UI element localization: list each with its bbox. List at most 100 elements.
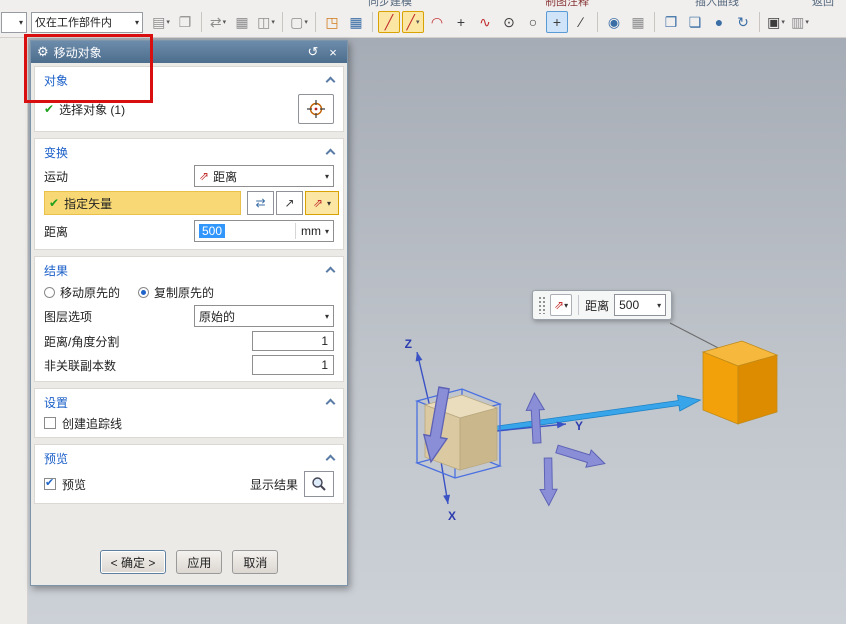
sphere-icon[interactable]: ● [708,11,730,33]
reset-icon[interactable]: ↺ [305,44,321,60]
rotate-view-icon[interactable]: ↻ [732,11,754,33]
dropdown-arrow-icon[interactable]: ▾ [271,18,275,26]
ok-button[interactable]: < 确定 > [99,550,167,574]
vector-dialog-icon: ⇗ [312,196,324,210]
cylinder-icon[interactable]: ▥ ▾ [789,11,811,33]
inferred-vector-button[interactable]: ↗ [276,191,303,215]
line-segment-icon-glyph: ∕ [579,14,583,30]
chevron-up-icon[interactable] [325,266,336,277]
layer-option-combo[interactable]: 原始的 ▾ [194,305,334,327]
preview-checkbox[interactable] [44,476,56,490]
two-point-vector-button[interactable]: ⇄ [247,191,274,215]
vector-type-button[interactable]: ⇗ ▾ [550,294,573,316]
dropdown-arrow-icon[interactable]: ▾ [223,18,227,26]
result-header-label: 结果 [44,263,69,278]
arc-icon-glyph: ◠ [430,14,444,30]
crosshair-target-icon [307,100,325,118]
chevron-up-icon[interactable] [325,398,336,409]
profile-line-icon[interactable]: ╱ [378,11,400,33]
specify-vector-field[interactable]: ✔ 指定矢量 [44,191,241,215]
preview-section-header[interactable]: 预览 [35,447,343,469]
division-input[interactable]: 1 [252,331,334,351]
circle-icon[interactable]: ⊙ [498,11,520,33]
line-segment-icon[interactable]: ∕ [570,11,592,33]
snap-point-icon[interactable]: ◉ [603,11,625,33]
motion-combo[interactable]: ⇗ 距离 ▾ [194,165,334,187]
result-group: 结果 移动原先的 复制原先的 图层选项 原始的 ▾ 距离/角度分割 1 非关联副… [34,256,344,382]
result-section-header[interactable]: 结果 [35,259,343,281]
transform-section-header[interactable]: 变换 [35,141,343,163]
selection-scope-combo[interactable]: 仅在工作部件内 ▾ [31,11,143,33]
handle-arrow-right-icon[interactable] [553,439,608,473]
move-component-icon[interactable]: ⇄ ▾ [207,11,229,33]
vector-dialog-button[interactable]: ⇗ ▾ [305,191,339,215]
arc-icon[interactable]: ◠ [426,11,448,33]
exploded-view-icon[interactable]: ▢ ▾ [288,11,310,33]
dropdown-arrow-icon[interactable]: ▾ [416,18,420,26]
tracking-line-label: 创建追踪线 [62,416,123,431]
dropdown-arrow-icon[interactable]: ▾ [325,172,329,181]
dropdown-arrow-icon[interactable]: ▾ [564,301,568,310]
distance-input[interactable]: 500 mm ▾ [194,220,334,242]
preview-label: 预览 [62,477,87,492]
select-object-button[interactable] [298,94,334,124]
move-original-radio[interactable] [44,286,55,298]
apply-button[interactable]: 应用 [176,550,223,574]
copy-original-radio[interactable] [138,286,150,298]
settings-section-header[interactable]: 设置 [35,391,343,413]
rotate-view-icon-glyph: ↻ [737,14,749,30]
distance-unit: mm [300,224,321,238]
plus-snap-icon-glyph: + [552,14,562,30]
point-icon[interactable]: + [450,11,472,33]
dropdown-arrow-icon[interactable]: ▾ [304,18,308,26]
plus-snap-icon[interactable]: + [546,11,568,33]
copied-cube[interactable] [701,340,779,425]
sphere-icon-glyph: ● [714,14,724,30]
paste-special-icon[interactable]: ▤ ▾ [150,11,172,33]
preview-group: 预览 预览 显示结果 [34,444,344,504]
window-tile-icon[interactable]: ❏ [684,11,706,33]
copies-input[interactable]: 1 [252,355,334,375]
line-icon[interactable]: ╱ ▾ [402,11,424,33]
dropdown-arrow-icon[interactable]: ▾ [781,18,785,26]
dropdown-arrow-icon[interactable]: ▾ [657,301,661,310]
pattern-component-icon[interactable]: ▦ [231,11,253,33]
dropdown-arrow-icon[interactable]: ▾ [325,312,329,321]
copy-display-icon[interactable]: ❐ [174,11,196,33]
part-table-icon[interactable]: ▦ [627,11,649,33]
chevron-up-icon[interactable] [325,148,336,159]
dropdown-arrow-icon[interactable]: ▾ [327,199,331,208]
show-result-button[interactable] [304,471,334,497]
dropdown-arrow-icon[interactable]: ▾ [325,227,329,236]
dialog-header[interactable]: ⚙ 移动对象 ↺ × [31,41,347,63]
handle-arrow-down2-icon[interactable] [538,457,558,507]
mini-toolbar-grip[interactable] [538,296,545,314]
cancel-button[interactable]: 取消 [232,550,279,574]
dropdown-arrow-icon[interactable]: ▾ [166,18,170,26]
datum-csys-icon[interactable]: ◳ [321,11,343,33]
studio-spline-icon[interactable]: ∿ [474,11,496,33]
section-view-icon[interactable]: ▣ ▾ [765,11,787,33]
window-cascade-icon[interactable]: ❐ [660,11,682,33]
transform-group: 变换 运动 ⇗ 距离 ▾ ✔ 指定矢量 ⇄ ↗ ⇗ ▾ 距离 500 mm ▾ [34,138,344,250]
mirror-assembly-icon[interactable]: ◫ ▾ [255,11,277,33]
mini-toolbar-separator [578,295,580,315]
close-icon[interactable]: × [325,45,341,60]
mini-distance-combo[interactable]: 500 ▾ [614,294,667,316]
chevron-up-icon[interactable] [325,76,336,87]
tracking-line-checkbox[interactable] [44,417,56,429]
preview-header-label: 预览 [44,451,69,466]
object-group: 对象 ✔ 选择对象 (1) [34,66,344,132]
handle-arrow-up-icon[interactable] [524,392,547,444]
toolbar-separator [759,12,760,32]
mini-dropdown[interactable]: ▾ [1,11,27,33]
pattern-geometry-icon[interactable]: ▦ [345,11,367,33]
ellipse-icon[interactable]: ○ [522,11,544,33]
chevron-up-icon[interactable] [325,454,336,465]
show-result-label: 显示结果 [249,477,298,492]
object-section-header[interactable]: 对象 [35,69,343,91]
gear-icon[interactable]: ⚙ [37,44,49,60]
dropdown-arrow-icon[interactable]: ▾ [805,18,809,26]
copy-original-label: 复制原先的 [154,285,215,300]
mini-distance-label: 距离 [585,298,610,313]
